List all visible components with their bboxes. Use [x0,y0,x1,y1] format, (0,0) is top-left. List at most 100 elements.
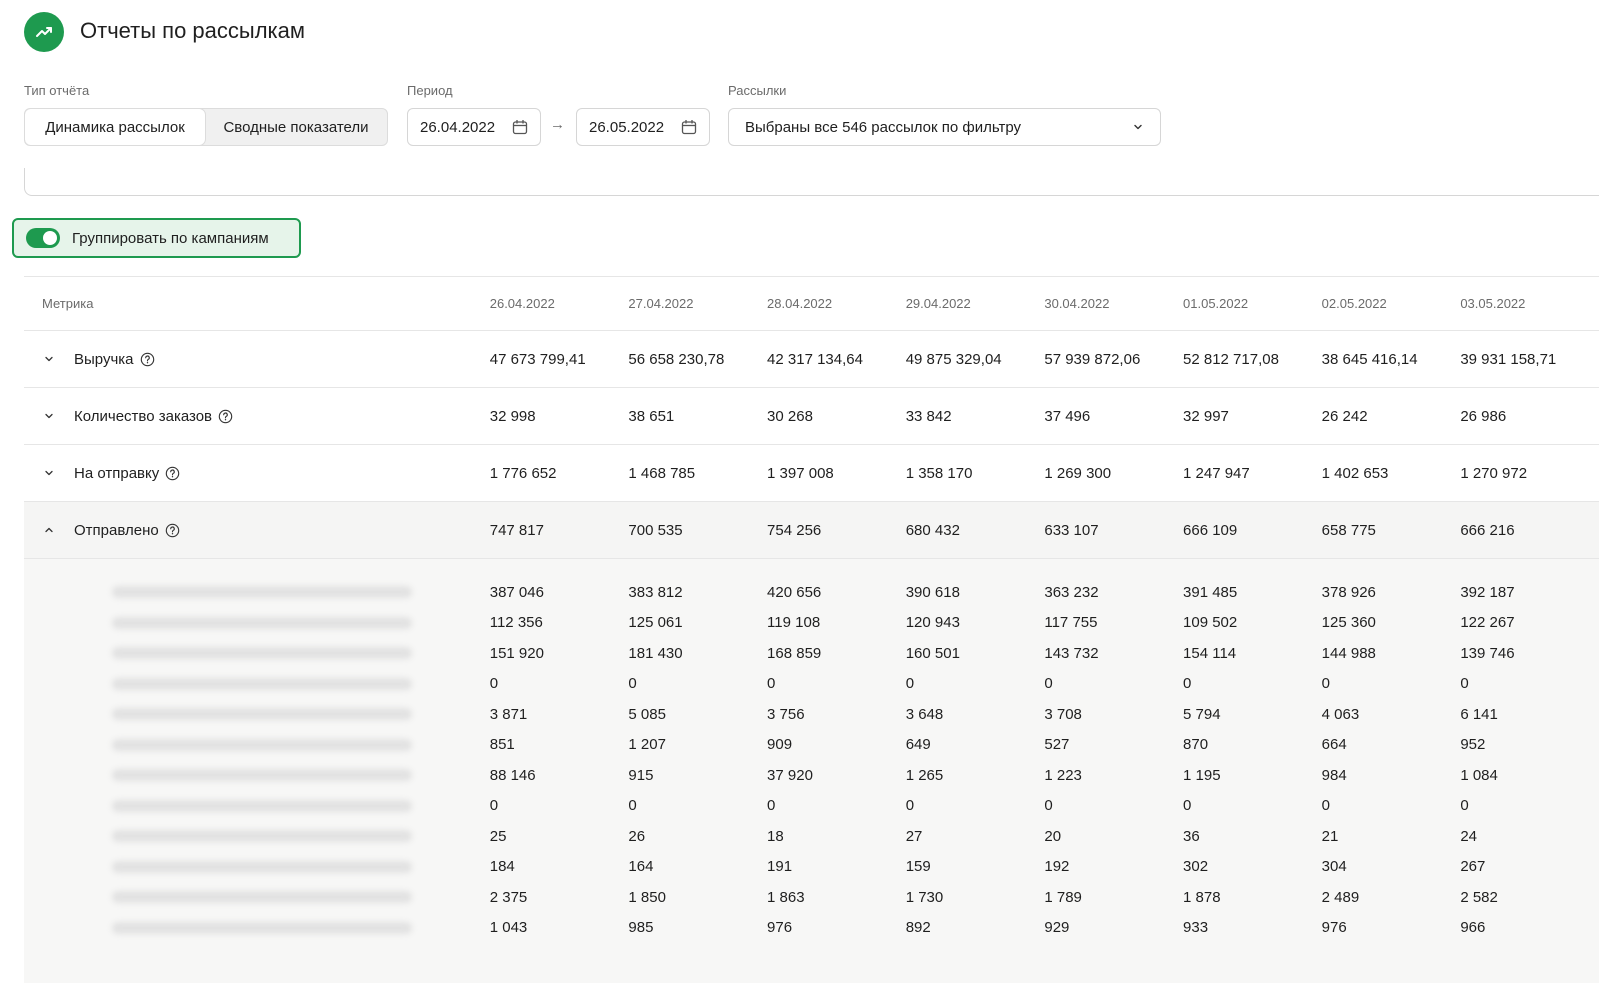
campaign-value: 125 360 [1321,607,1461,638]
campaign-value: 0 [628,790,768,821]
campaign-value: 915 [628,760,768,791]
campaign-value: 851 [489,729,629,760]
toggle-label: Группировать по кампаниям [72,229,269,247]
toggle-knob [43,231,57,245]
filter-panel [24,168,1599,196]
metric-value: 1 776 652 [489,444,629,502]
campaign-value: 392 187 [1460,577,1599,608]
help-icon[interactable] [140,352,155,367]
campaign-value: 1 878 [1183,882,1322,913]
app-logo [24,12,64,52]
campaign-value: 120 943 [905,607,1045,638]
campaign-value: 0 [628,668,768,699]
campaign-value: 0 [1044,668,1184,699]
campaign-value: 18 [767,821,906,852]
table-row[interactable]: Выручка 47 673 799,41 56 658 230,78 42 317 … [24,330,1599,388]
date-to-value: 26.05.2022 [589,118,665,136]
campaign-value: 117 755 [1044,607,1184,638]
campaign-value: 0 [1460,790,1599,821]
metric-name-wrap: На отправку [24,465,490,482]
metric-value: 38 645 416,14 [1321,330,1461,388]
campaign-value: 3 871 [489,699,629,730]
chevron-up-icon[interactable] [42,523,56,537]
campaign-value: 391 485 [1183,577,1322,608]
tab-summary-metrics[interactable]: Сводные показатели [205,109,387,145]
metric-value: 1 270 972 [1460,444,1599,502]
campaign-value: 1 789 [1044,882,1184,913]
date-column-header: 27.04.2022 [628,276,768,331]
metric-name-wrap: Выручка [24,351,490,368]
metric-value: 33 842 [905,387,1045,445]
campaign-value: 1 730 [905,882,1045,913]
metric-value: 666 216 [1460,501,1599,559]
campaign-value: 20 [1044,821,1184,852]
metric-value: 32 997 [1183,387,1322,445]
campaign-value: 2 489 [1321,882,1461,913]
metric-value: 700 535 [628,501,768,559]
date-column-header: 26.04.2022 [489,276,629,331]
date-column-header: 29.04.2022 [905,276,1045,331]
campaign-value: 181 430 [628,638,768,669]
metric-value: 1 269 300 [1044,444,1184,502]
campaign-row: 3 871 5 085 3 756 3 648 3 708 5 794 4 063 6 141 [24,699,1599,730]
metric-name: Выручка [74,350,134,368]
period-label: Период [407,83,453,98]
campaign-value: 3 708 [1044,699,1184,730]
campaign-value: 4 063 [1321,699,1461,730]
campaign-value: 0 [1044,790,1184,821]
campaign-row: 00000000 [24,668,1599,699]
campaign-value: 112 356 [489,607,629,638]
date-column-header: 01.05.2022 [1183,276,1322,331]
campaign-value: 160 501 [905,638,1045,669]
campaign-value: 0 [1183,668,1322,699]
campaign-value: 363 232 [1044,577,1184,608]
toggle-switch[interactable] [26,228,60,248]
chevron-down-icon[interactable] [42,466,56,480]
date-to-field[interactable]: 26.05.2022 [576,108,710,146]
help-icon[interactable] [165,466,180,481]
campaign-value: 664 [1321,729,1461,760]
table-row[interactable]: Количество заказов 32 998 38 651 30 268 33 8… [24,387,1599,445]
table-row[interactable]: На отправку 1 776 652 1 468 785 1 397 008 1 … [24,444,1599,502]
chevron-down-icon[interactable] [42,409,56,423]
campaign-value: 892 [905,912,1045,943]
campaign-value: 390 618 [905,577,1045,608]
campaign-value: 0 [767,790,906,821]
chevron-down-icon[interactable] [42,352,56,366]
date-from-field[interactable]: 26.04.2022 [407,108,541,146]
campaign-value: 378 926 [1321,577,1461,608]
mailings-select[interactable]: Выбраны все 546 рассылок по фильтру [728,108,1161,146]
campaign-value: 985 [628,912,768,943]
campaign-name-cell [24,882,490,913]
metric-value: 32 998 [489,387,629,445]
blurred-campaign-name [112,677,412,690]
campaign-row: 1 043 985 976 892 929 933 976 966 [24,912,1599,943]
campaign-name-cell [24,851,490,882]
campaign-value: 1 195 [1183,760,1322,791]
campaign-value: 21 [1321,821,1461,852]
campaign-value: 139 746 [1460,638,1599,669]
campaign-row: 88 146 915 37 920 1 265 1 223 1 195 984 1 084 [24,760,1599,791]
campaign-value: 929 [1044,912,1184,943]
campaign-name-cell [24,638,490,669]
campaign-value: 0 [1321,790,1461,821]
report-type-label: Тип отчёта [24,83,90,98]
tab-mailing-dynamics[interactable]: Динамика рассылок [25,109,205,145]
page-title: Отчеты по рассылкам [80,18,306,43]
metric-value: 680 432 [905,501,1045,559]
campaign-value: 383 812 [628,577,768,608]
group-by-campaign-toggle[interactable]: Группировать по кампаниям [12,218,301,258]
table-row[interactable]: Отправлено 747 817 700 535 754 256 680 432 63… [24,501,1599,559]
campaign-value: 109 502 [1183,607,1322,638]
campaign-value: 0 [489,668,629,699]
table-header-row: Метрика 26.04.2022 27.04.2022 28.04.2022… [24,276,1599,331]
help-icon[interactable] [165,523,180,538]
blurred-campaign-name [112,586,412,599]
campaign-row: 00000000 [24,790,1599,821]
spacer-cell [24,558,1599,577]
campaign-value: 122 267 [1460,607,1599,638]
blurred-campaign-name [112,647,412,660]
campaign-name-cell [24,760,490,791]
trending-up-icon [36,27,52,37]
help-icon[interactable] [218,409,233,424]
